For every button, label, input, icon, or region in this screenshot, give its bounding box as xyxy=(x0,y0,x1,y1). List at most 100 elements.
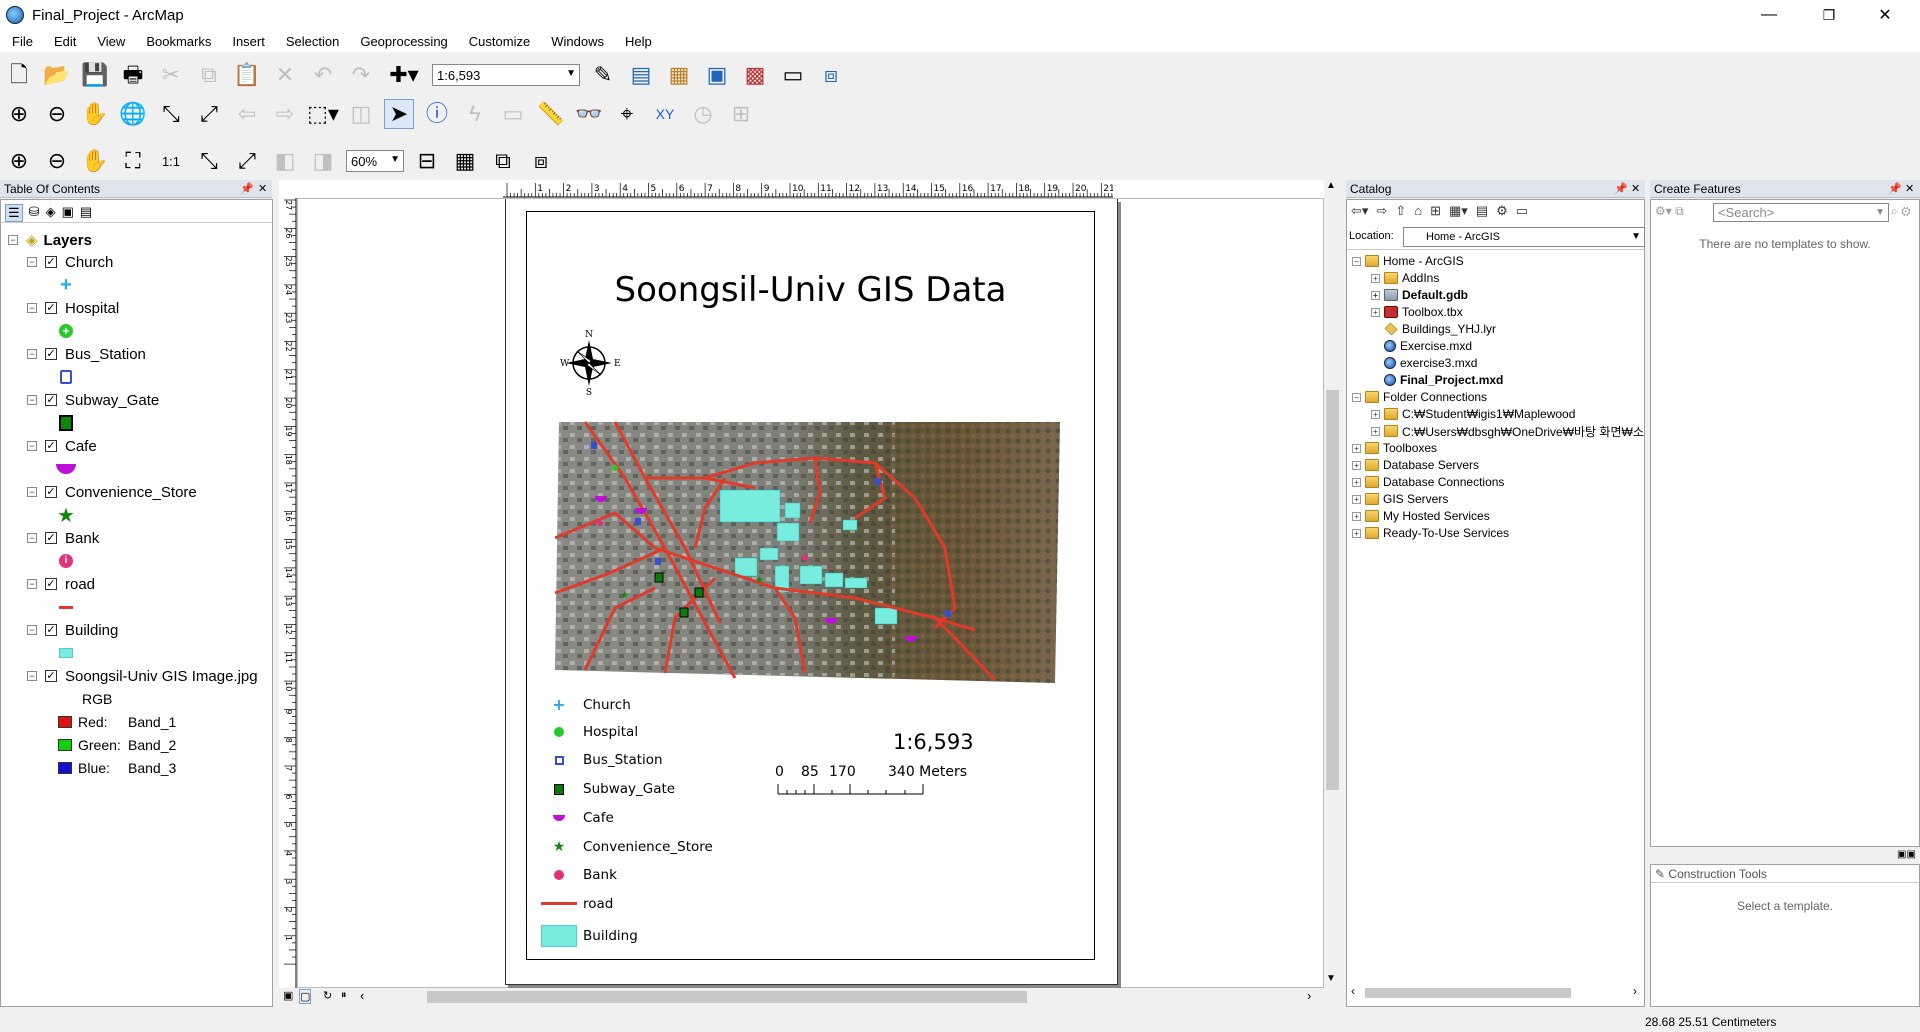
launch-arccatalog-icon[interactable]: ▤ xyxy=(1476,203,1488,219)
scroll-thumb[interactable] xyxy=(1326,390,1339,790)
catalog-item[interactable]: Buildings_YHJ.lyr xyxy=(1371,322,1496,336)
collapse-icon[interactable]: − xyxy=(1352,256,1361,266)
close-window-button[interactable]: ✕ xyxy=(1862,0,1908,30)
expand-icon[interactable]: + xyxy=(1352,511,1361,521)
layout-zoom-in-icon[interactable]: ⊕ xyxy=(4,146,34,176)
star-icon[interactable]: ★ xyxy=(52,504,80,527)
catalog-item[interactable]: + C:₩Users₩dbsgh₩OneDrive₩바탕 화면₩소 xyxy=(1371,424,1644,439)
catalog-options-icon[interactable]: ▭ xyxy=(1516,203,1528,219)
time-slider-icon[interactable]: ◷ xyxy=(688,99,718,129)
expand-icon[interactable]: + xyxy=(1371,409,1380,419)
layer-visibility-checkbox[interactable]: ✓ xyxy=(45,670,57,682)
fixed-zoom-out-page-icon[interactable]: ⤢ xyxy=(232,146,262,176)
collapse-icon[interactable]: − xyxy=(1352,392,1361,402)
go-to-xy-icon[interactable]: XY xyxy=(650,99,680,129)
expand-icon[interactable]: + xyxy=(1371,426,1380,436)
layer-visibility-checkbox[interactable]: ✓ xyxy=(45,394,57,406)
menu-file[interactable]: File xyxy=(0,34,42,49)
menu-geoprocessing[interactable]: Geoprocessing xyxy=(348,34,456,49)
expand-icon[interactable]: + xyxy=(1352,443,1361,453)
menu-edit[interactable]: Edit xyxy=(42,34,85,49)
toc-layer-hospital[interactable]: − ✓ Hospital xyxy=(27,297,119,319)
map-scale-combo[interactable]: 1:6,593 ▼ xyxy=(432,64,580,86)
catalog-item[interactable]: exercise3.mxd xyxy=(1371,356,1477,370)
redo-icon[interactable]: ↷ xyxy=(346,60,376,90)
fixed-zoom-out-icon[interactable]: ⤢ xyxy=(194,99,224,129)
zoom-in-icon[interactable]: ⊕ xyxy=(4,99,34,129)
search-window-icon[interactable]: ▣ xyxy=(702,60,732,90)
layout-vertical-scrollbar[interactable]: ▲ ▼ xyxy=(1324,180,1341,988)
layer-visibility-checkbox[interactable]: ✓ xyxy=(45,486,57,498)
collapse-icon[interactable]: − xyxy=(27,349,37,359)
data-driven-pages-icon[interactable]: ⧈ xyxy=(526,146,556,176)
scale-text[interactable]: 1:6,593 xyxy=(893,730,974,754)
expand-icon[interactable]: + xyxy=(1352,528,1361,538)
open-folder-icon[interactable]: 📂 xyxy=(42,60,72,90)
layout-pan-icon[interactable]: ✋ xyxy=(80,146,110,176)
layers-root[interactable]: − ◈ Layers xyxy=(8,229,92,251)
catalog-item[interactable]: − Folder Connections xyxy=(1352,390,1487,404)
organize-templates-icon[interactable]: ⚙▾ ⧉ xyxy=(1655,204,1684,219)
full-extent-globe-icon[interactable]: 🌐 xyxy=(118,99,148,129)
catalog-item[interactable]: + Default.gdb xyxy=(1371,288,1468,302)
catalog-item[interactable]: + Toolbox.tbx xyxy=(1371,305,1463,319)
template-search-input[interactable]: <Search> ▼ xyxy=(1713,203,1889,222)
scroll-left-icon[interactable]: ‹ xyxy=(360,988,364,1003)
raster-band-row[interactable]: Red: Band_1 xyxy=(58,711,176,733)
catalog-window-icon[interactable]: ▦ xyxy=(664,60,694,90)
collapse-icon[interactable]: − xyxy=(27,303,37,313)
map-data-frame[interactable]: ★ ★ xyxy=(555,408,1060,683)
create-viewer-window-icon[interactable]: ⊞ xyxy=(726,99,756,129)
raster-band-row[interactable]: Green: Band_2 xyxy=(58,734,176,756)
fill-icon[interactable] xyxy=(52,642,80,664)
layer-visibility-checkbox[interactable]: ✓ xyxy=(45,348,57,360)
home-folder-icon[interactable]: ⌂ xyxy=(1414,203,1422,219)
back-arrow-icon[interactable]: ⇦ xyxy=(232,99,262,129)
fixed-zoom-in-page-icon[interactable]: ⤡ xyxy=(194,146,224,176)
undo-icon[interactable]: ↶ xyxy=(308,60,338,90)
fixed-zoom-in-icon[interactable]: ⤡ xyxy=(156,99,186,129)
list-by-visibility-icon[interactable]: ◈ xyxy=(46,204,56,222)
toc-layer-bank[interactable]: − ✓ Bank xyxy=(27,527,99,549)
menu-help[interactable]: Help xyxy=(613,34,661,49)
options-icon[interactable]: ⚙ xyxy=(1496,203,1508,219)
collapse-icon[interactable]: − xyxy=(27,395,37,405)
forward-arrow-icon[interactable]: ⇨ xyxy=(270,99,300,129)
menu-insert[interactable]: Insert xyxy=(220,34,274,49)
toc-layer-road[interactable]: − ✓ road xyxy=(27,573,95,595)
layer-visibility-checkbox[interactable]: ✓ xyxy=(45,624,57,636)
menu-bookmarks[interactable]: Bookmarks xyxy=(134,34,220,49)
toc-layer-bus-station[interactable]: − ✓ Bus_Station xyxy=(27,343,146,365)
toc-layer-cafe[interactable]: − ✓ Cafe xyxy=(27,435,97,457)
model-builder-icon[interactable]: ⧈ xyxy=(816,60,846,90)
catalog-item[interactable]: Final_Project.mxd xyxy=(1371,373,1503,387)
map-title[interactable]: Soongsil-Univ GIS Data xyxy=(527,270,1094,310)
toggle-draft-mode-icon[interactable]: ⊟ xyxy=(412,146,442,176)
pin-icon[interactable]: 📌 xyxy=(1614,182,1628,195)
layer-visibility-checkbox[interactable]: ✓ xyxy=(45,302,57,314)
toc-options-icon[interactable]: ▤ xyxy=(80,204,92,222)
train-icon[interactable] xyxy=(52,412,80,434)
connect-folder-icon[interactable]: ⊞ xyxy=(1430,203,1441,219)
editor-toolbar-icon[interactable]: ✎ xyxy=(588,60,618,90)
list-by-selection-icon[interactable]: ▣ xyxy=(62,204,74,222)
layout-page[interactable]: Soongsil-Univ GIS Data N S W E ★ ★ + Chu… xyxy=(505,199,1118,985)
back-arrow-icon[interactable]: ⇦▾ xyxy=(1351,203,1368,219)
find-binoculars-icon[interactable]: 👓 xyxy=(574,99,604,129)
collapse-icon[interactable]: − xyxy=(27,533,37,543)
toc-layer-subway-gate[interactable]: − ✓ Subway_Gate xyxy=(27,389,159,411)
add-data-icon[interactable]: ✚▾ xyxy=(384,60,424,90)
layer-visibility-checkbox[interactable]: ✓ xyxy=(45,578,57,590)
layout-view-icon[interactable]: ▢ xyxy=(299,989,312,1004)
up-one-level-icon[interactable]: ⇧ xyxy=(1395,203,1406,219)
horizontal-scroll-thumb[interactable] xyxy=(1365,988,1571,998)
scroll-right-icon[interactable]: › xyxy=(1633,984,1637,998)
focus-data-frame-icon[interactable]: ▦ xyxy=(450,146,480,176)
toc-layer-convenience-store[interactable]: − ✓ Convenience_Store xyxy=(27,481,197,503)
close-panel-icon[interactable]: ✕ xyxy=(1905,182,1914,195)
arctoolbox-icon[interactable]: ▩ xyxy=(740,60,770,90)
list-by-drawing-order-icon[interactable]: ☰ xyxy=(5,204,23,222)
close-panel-icon[interactable]: ✕ xyxy=(258,182,267,195)
data-view-icon[interactable]: ▣ xyxy=(283,989,293,1002)
pause-drawing-icon[interactable]: ⏸ xyxy=(341,989,347,1002)
